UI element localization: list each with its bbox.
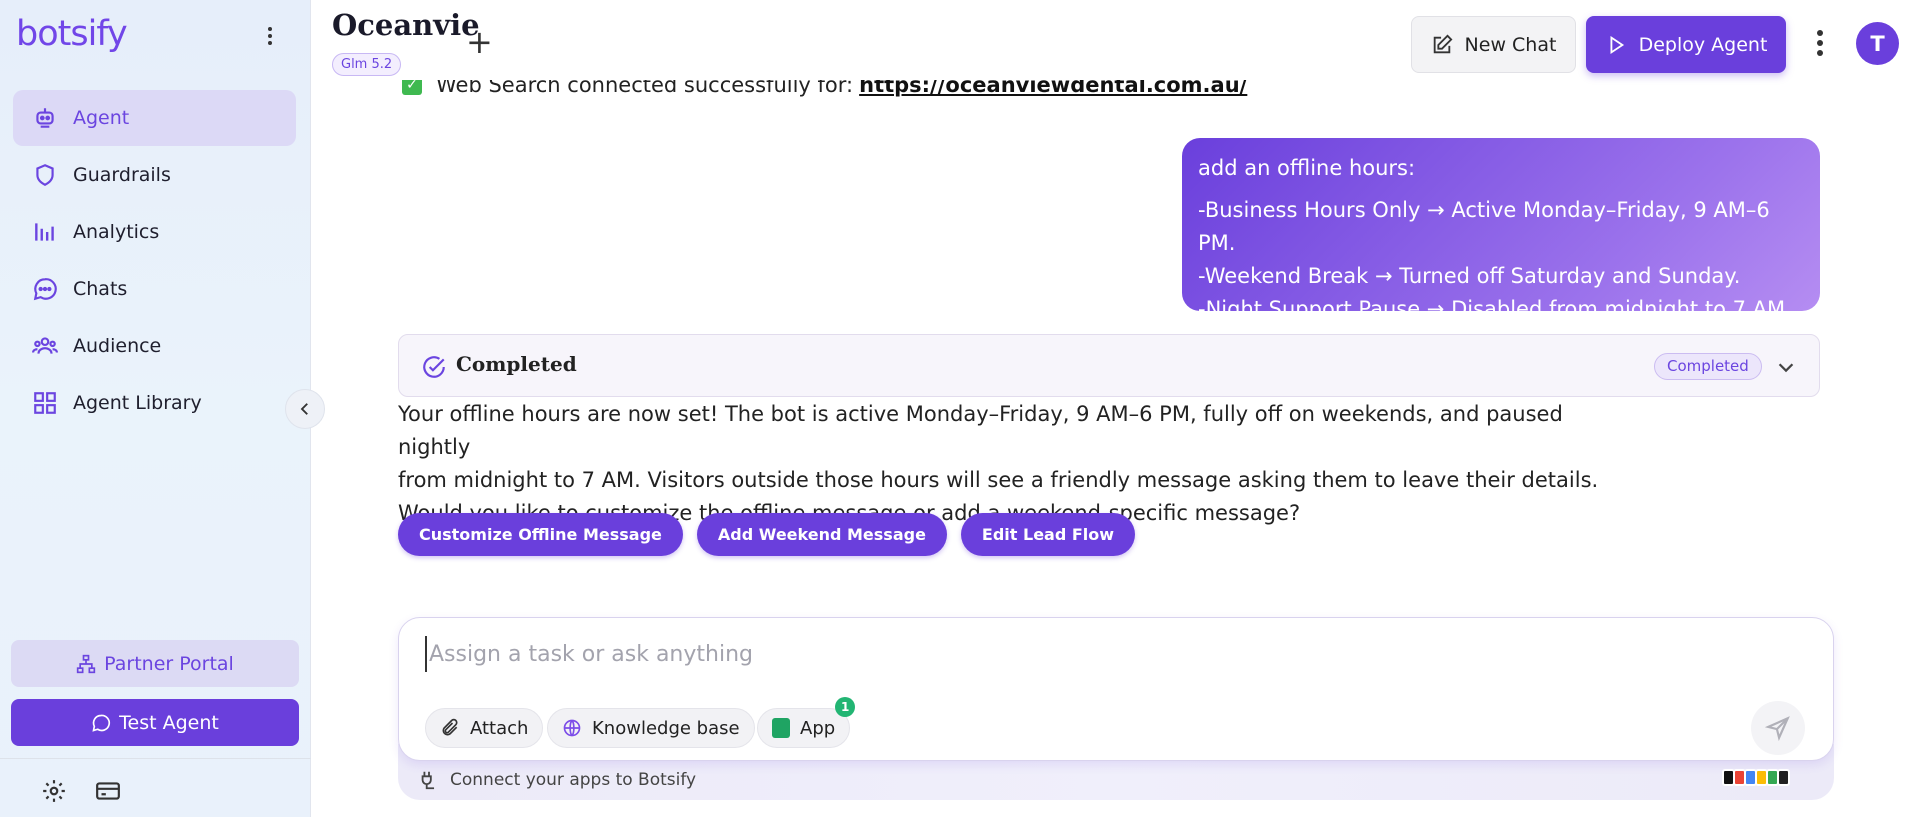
sidebar-divider (0, 758, 311, 759)
task-input[interactable] (425, 636, 1725, 672)
sidebar-item-label: Guardrails (73, 164, 171, 186)
plug-icon (421, 771, 435, 790)
knowledge-base-button[interactable]: Knowledge base (547, 708, 755, 748)
network-icon (76, 654, 96, 673)
check-circle-icon (423, 356, 445, 378)
partner-portal-label: Partner Portal (104, 652, 234, 675)
sidebar-item-label: Audience (73, 335, 162, 357)
new-chat-button[interactable]: New Chat (1411, 16, 1576, 73)
user-message-intro: add an offline hours: (1198, 156, 1416, 180)
test-agent-label: Test Agent (119, 711, 219, 734)
chat-icon (92, 714, 111, 732)
send-icon (1765, 716, 1790, 741)
sidebar-nav: Agent Guardrails Analytics Chats Audienc… (13, 90, 296, 432)
collapse-sidebar-button[interactable] (285, 389, 325, 429)
sidebar-item-guardrails[interactable]: Guardrails (13, 147, 296, 203)
deploy-agent-button[interactable]: Deploy Agent (1586, 16, 1786, 73)
bar-chart-icon (31, 218, 59, 246)
app-label: App (800, 717, 836, 739)
model-badge[interactable]: Glm 5.2 (332, 53, 402, 76)
bot-reply-line: Your offline hours are now set! The bot … (398, 402, 1563, 459)
bot-reply: Your offline hours are now set! The bot … (398, 398, 1628, 530)
test-agent-button[interactable]: Test Agent (11, 699, 299, 746)
app-logos (1722, 769, 1790, 790)
more-options-icon[interactable] (1810, 26, 1830, 62)
suggestion-edit-lead-flow[interactable]: Edit Lead Flow (960, 513, 1136, 556)
suggestion-chips: Customize Offline Message Add Weekend Me… (398, 513, 1149, 556)
attach-label: Attach (470, 717, 529, 739)
sidebar-item-label: Chats (73, 278, 128, 300)
sidebar-item-chats[interactable]: Chats (13, 261, 296, 317)
new-chat-label: New Chat (1464, 33, 1557, 56)
avatar[interactable]: T (1856, 22, 1899, 65)
settings-icon[interactable] (41, 778, 67, 804)
chat-bubble-icon (31, 275, 59, 303)
attach-button[interactable]: Attach (425, 708, 544, 748)
status-badge: Completed (1654, 353, 1762, 380)
web-search-status: ✓ Web Search connected successfully for:… (398, 80, 1818, 112)
app-logo-icon (1777, 769, 1790, 786)
page-title: Oceanvie (332, 8, 480, 42)
paperclip-icon (442, 718, 458, 736)
checkmark-icon: ✓ (402, 80, 422, 95)
chevron-down-icon[interactable] (1775, 356, 1797, 378)
spreadsheet-icon (772, 718, 790, 738)
suggestion-add-weekend-message[interactable]: Add Weekend Message (696, 513, 947, 556)
globe-icon (563, 719, 581, 737)
sidebar-item-label: Agent (73, 107, 130, 129)
add-icon[interactable]: + (466, 26, 493, 58)
user-message-line: -Business Hours Only → Active Monday–Fri… (1198, 198, 1770, 255)
sidebar-item-agent[interactable]: Agent (13, 90, 296, 146)
app-count-badge: 1 (835, 697, 856, 717)
user-message-line: -Night Support Pause → Disabled from mid… (1198, 297, 1792, 321)
sidebar-item-agent-library[interactable]: Agent Library (13, 375, 296, 431)
web-search-link[interactable]: https://oceanviewdental.com.au/ (859, 80, 1247, 97)
users-icon (31, 332, 59, 360)
user-message-line: -Weekend Break → Turned off Saturday and… (1198, 264, 1741, 288)
sidebar-item-label: Agent Library (73, 392, 202, 414)
suggestion-customize-offline-message[interactable]: Customize Offline Message (398, 513, 683, 556)
partner-portal-button[interactable]: Partner Portal (11, 640, 299, 687)
connect-apps-text: Connect your apps to Botsify (450, 770, 697, 790)
sidebar-item-label: Analytics (73, 221, 160, 243)
play-icon (1610, 35, 1624, 54)
sidebar: botsify Agent Guardrails Analytics Chats (0, 0, 311, 817)
grid-icon (31, 389, 59, 417)
sidebar-item-analytics[interactable]: Analytics (13, 204, 296, 260)
composer: Attach Knowledge base App 1 (398, 617, 1834, 761)
bot-reply-line: from midnight to 7 AM. Visitors outside … (398, 468, 1599, 492)
deploy-agent-label: Deploy Agent (1638, 33, 1768, 56)
connect-apps[interactable]: Connect your apps to Botsify (418, 769, 696, 791)
web-search-text: Web Search connected successfully for: (436, 80, 854, 97)
knowledge-base-label: Knowledge base (592, 717, 740, 739)
edit-icon (1433, 34, 1453, 53)
sidebar-more-icon[interactable] (260, 24, 280, 48)
sidebar-item-audience[interactable]: Audience (13, 318, 296, 374)
user-message-bubble: add an offline hours: -Business Hours On… (1182, 138, 1820, 321)
task-status-card[interactable]: Completed Completed (398, 334, 1820, 397)
botsify-logo[interactable]: botsify (16, 14, 128, 54)
chevron-left-icon (300, 403, 308, 415)
send-button[interactable] (1751, 701, 1805, 755)
robot-icon (31, 104, 59, 132)
billing-card-icon[interactable] (95, 778, 121, 804)
app-button[interactable]: App 1 (757, 697, 856, 748)
shield-icon (31, 161, 59, 189)
status-card-title: Completed (456, 352, 577, 376)
